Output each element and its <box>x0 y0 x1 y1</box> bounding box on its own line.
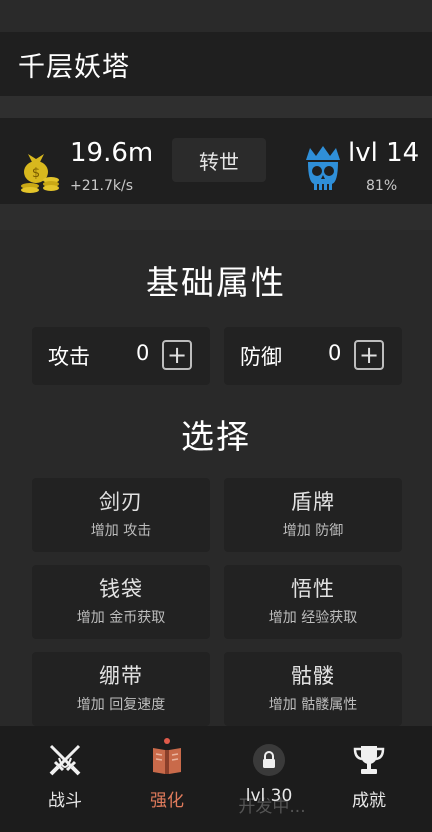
trophy-icon <box>353 746 385 774</box>
attack-value: 0 <box>136 341 150 365</box>
option-name: 盾牌 <box>291 490 335 514</box>
rebirth-button[interactable]: 转世 <box>172 138 266 182</box>
option-name: 剑刃 <box>99 490 143 514</box>
defense-value: 0 <box>328 341 342 365</box>
option-desc: 增加 骷髅属性 <box>268 697 358 713</box>
attack-label: 攻击 <box>48 345 90 369</box>
option-desc: 增加 经验获取 <box>268 610 358 626</box>
option-name: 骷髅 <box>291 664 335 688</box>
book-icon <box>153 748 181 774</box>
nav-upgrade[interactable]: 强化 <box>124 742 210 811</box>
status-bar <box>0 0 432 32</box>
option-blade[interactable]: 剑刃 增加 攻击 <box>32 478 210 552</box>
gold-amount: 19.6m <box>70 138 154 168</box>
option-name: 绷带 <box>99 664 143 688</box>
nav-locked[interactable]: 开发中... lvl 30 <box>226 742 312 817</box>
lock-badge <box>253 744 285 776</box>
level-progress: 81% <box>366 178 398 194</box>
option-bandage[interactable]: 绷带 增加 回复速度 <box>32 652 210 726</box>
nav-achievements[interactable]: 成就 <box>326 742 412 811</box>
defense-plus-button[interactable]: + <box>354 340 384 370</box>
option-desc: 增加 金币获取 <box>76 610 166 626</box>
page-title: 千层妖塔 <box>18 51 130 83</box>
option-shield[interactable]: 盾牌 增加 防御 <box>224 478 402 552</box>
option-desc: 增加 攻击 <box>90 523 152 539</box>
nav-battle-label: 战斗 <box>48 791 82 811</box>
option-purse[interactable]: 钱袋 增加 金币获取 <box>32 565 210 639</box>
option-name: 悟性 <box>291 577 335 601</box>
gold-rate: +21.7k/s <box>70 178 134 194</box>
nav-upgrade-label: 强化 <box>150 791 184 811</box>
attack-attribute: 攻击 0 + <box>32 327 210 385</box>
money-bag-icon: $ <box>21 154 59 193</box>
option-insight[interactable]: 悟性 增加 经验获取 <box>224 565 402 639</box>
option-name: 钱袋 <box>99 577 143 601</box>
player-level: lvl 14 <box>348 138 420 168</box>
attack-plus-button[interactable]: + <box>162 340 192 370</box>
option-desc: 增加 回复速度 <box>76 697 166 713</box>
divider <box>0 96 432 118</box>
title-bar: 千层妖塔 <box>0 32 432 96</box>
basic-attributes-heading: 基础属性 <box>146 263 286 302</box>
defense-label: 防御 <box>240 345 282 369</box>
option-desc: 增加 防御 <box>282 523 344 539</box>
level-requirement: lvl 30 <box>245 786 293 806</box>
svg-text:$: $ <box>32 166 40 181</box>
nav-battle[interactable]: 战斗 <box>22 742 108 811</box>
defense-attribute: 防御 0 + <box>224 327 402 385</box>
lock-icon <box>263 751 275 768</box>
nav-achievements-label: 成就 <box>352 791 386 811</box>
option-skeleton[interactable]: 骷髅 增加 骷髅属性 <box>224 652 402 726</box>
crossed-swords-icon <box>49 744 81 776</box>
choose-heading: 选择 <box>181 417 251 456</box>
divider <box>0 204 432 230</box>
skull-crown-icon <box>306 146 340 190</box>
